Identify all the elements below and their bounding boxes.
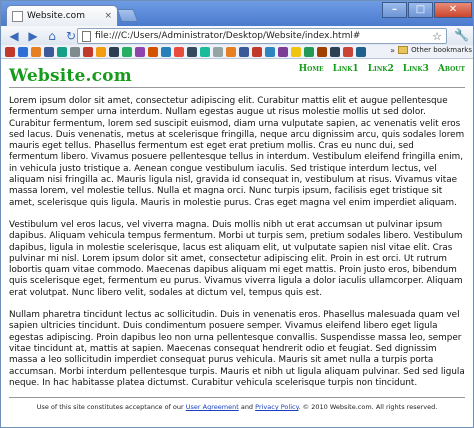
bookmark-favicon-icon[interactable] xyxy=(174,46,184,57)
back-arrow-icon[interactable]: ◀ xyxy=(5,28,23,44)
url-text: file:///C:/Users/Administrator/Desktop/W… xyxy=(95,31,361,41)
web-page: Website.com Home Link1 Link2 Link3 About… xyxy=(1,59,473,427)
bookmark-favicon-icon[interactable] xyxy=(122,46,132,57)
title-bar: Website.com × – □ ✕ xyxy=(1,1,473,26)
bookmark-favicon-icon[interactable] xyxy=(187,46,197,57)
bookmark-favicon-icon[interactable] xyxy=(161,46,171,57)
bookmark-favicon-icon[interactable] xyxy=(213,46,223,57)
other-bookmarks-button[interactable]: Other bookmarks xyxy=(398,46,472,54)
document-icon xyxy=(82,30,91,42)
bookmark-favicon-icon[interactable] xyxy=(304,46,314,57)
bookmark-favicon-icon[interactable] xyxy=(148,46,158,57)
footer-text: Use of this site constitutes acceptance … xyxy=(36,403,186,411)
body-paragraph: Lorem ipsum dolor sit amet, consectetur … xyxy=(9,96,465,208)
nav-about-link[interactable]: About xyxy=(438,64,465,74)
bookmark-favicon-icon[interactable] xyxy=(239,46,249,57)
bookmark-favicon-icon[interactable] xyxy=(83,46,93,57)
bookmark-favicon-icon[interactable] xyxy=(5,46,15,57)
body-paragraph: Nullam pharetra tincidunt lectus ac soll… xyxy=(9,310,465,388)
bookmarks-bar: » Other bookmarks xyxy=(1,45,473,59)
bookmark-favicon-icon[interactable] xyxy=(200,46,210,57)
maximize-button[interactable]: □ xyxy=(408,2,433,18)
bookmark-favicon-icon[interactable] xyxy=(44,46,54,57)
nav-link2-link[interactable]: Link2 xyxy=(368,64,394,74)
main-content: Lorem ipsum dolor sit amet, consectetur … xyxy=(9,96,465,389)
nav-link3-link[interactable]: Link3 xyxy=(403,64,429,74)
site-footer: Use of this site constitutes acceptance … xyxy=(9,397,465,411)
browser-toolbar: ◀ ▶ ⌂ ↻ file:///C:/Users/Administrator/D… xyxy=(1,26,473,45)
bookmark-favicon-icon[interactable] xyxy=(330,46,340,57)
bookmark-favicon-icon[interactable] xyxy=(31,46,41,57)
bookmark-favicon-icon[interactable] xyxy=(291,46,301,57)
page-favicon-icon xyxy=(12,10,23,22)
bookmark-favicon-icon[interactable] xyxy=(109,46,119,57)
bookmark-favicon-icon[interactable] xyxy=(265,46,275,57)
home-icon[interactable]: ⌂ xyxy=(43,28,61,44)
site-logo[interactable]: Website.com xyxy=(9,66,132,86)
bookmark-favicon-icon[interactable] xyxy=(57,46,67,57)
minimize-button[interactable]: – xyxy=(382,2,407,18)
footer-text: and xyxy=(238,403,256,411)
bookmark-favicon-icon[interactable] xyxy=(343,46,353,57)
browser-window: Website.com × – □ ✕ ◀ ▶ ⌂ ↻ file:///C:/U… xyxy=(0,0,474,428)
bookmark-favicon-icon[interactable] xyxy=(135,46,145,57)
site-header: Website.com Home Link1 Link2 Link3 About xyxy=(9,59,465,88)
tab-title: Website.com xyxy=(27,11,85,21)
new-tab-button[interactable] xyxy=(116,9,139,22)
nav-home-link[interactable]: Home xyxy=(299,64,324,74)
browser-tab[interactable]: Website.com × xyxy=(6,5,118,26)
bookmark-favicon-icon[interactable] xyxy=(278,46,288,57)
close-window-button[interactable]: ✕ xyxy=(434,2,472,18)
other-bookmarks-label: Other bookmarks xyxy=(411,46,472,54)
nav-link1-link[interactable]: Link1 xyxy=(333,64,359,74)
footer-copyright: . © 2010 Website.com. All rights reserve… xyxy=(298,403,438,411)
wrench-menu-icon[interactable]: 🔧 xyxy=(454,28,469,42)
bookmark-favicon-icon[interactable] xyxy=(96,46,106,57)
privacy-policy-link[interactable]: Privacy Policy xyxy=(255,403,298,411)
user-agreement-link[interactable]: User Agreement xyxy=(186,403,239,411)
bookmark-favicon-icon[interactable] xyxy=(226,46,236,57)
bookmark-favicon-icon[interactable] xyxy=(317,46,327,57)
forward-arrow-icon[interactable]: ▶ xyxy=(24,28,42,44)
bookmarks-overflow-chevron-icon[interactable]: » xyxy=(390,46,395,55)
site-nav: Home Link1 Link2 Link3 About xyxy=(290,64,465,74)
tab-close-icon[interactable]: × xyxy=(104,11,112,21)
bookmark-favicon-icon[interactable] xyxy=(356,46,366,57)
bookmark-favicon-icon[interactable] xyxy=(252,46,262,57)
bookmark-favicon-icon[interactable] xyxy=(70,46,80,57)
body-paragraph: Vestibulum vel eros lacus, vel viverra m… xyxy=(9,219,463,298)
bookmark-favicon-icon[interactable] xyxy=(18,46,28,57)
address-bar[interactable]: file:///C:/Users/Administrator/Desktop/W… xyxy=(77,28,447,44)
folder-icon xyxy=(398,46,409,54)
window-controls: – □ ✕ xyxy=(381,2,472,18)
bookmark-star-icon[interactable]: ☆ xyxy=(432,30,442,43)
